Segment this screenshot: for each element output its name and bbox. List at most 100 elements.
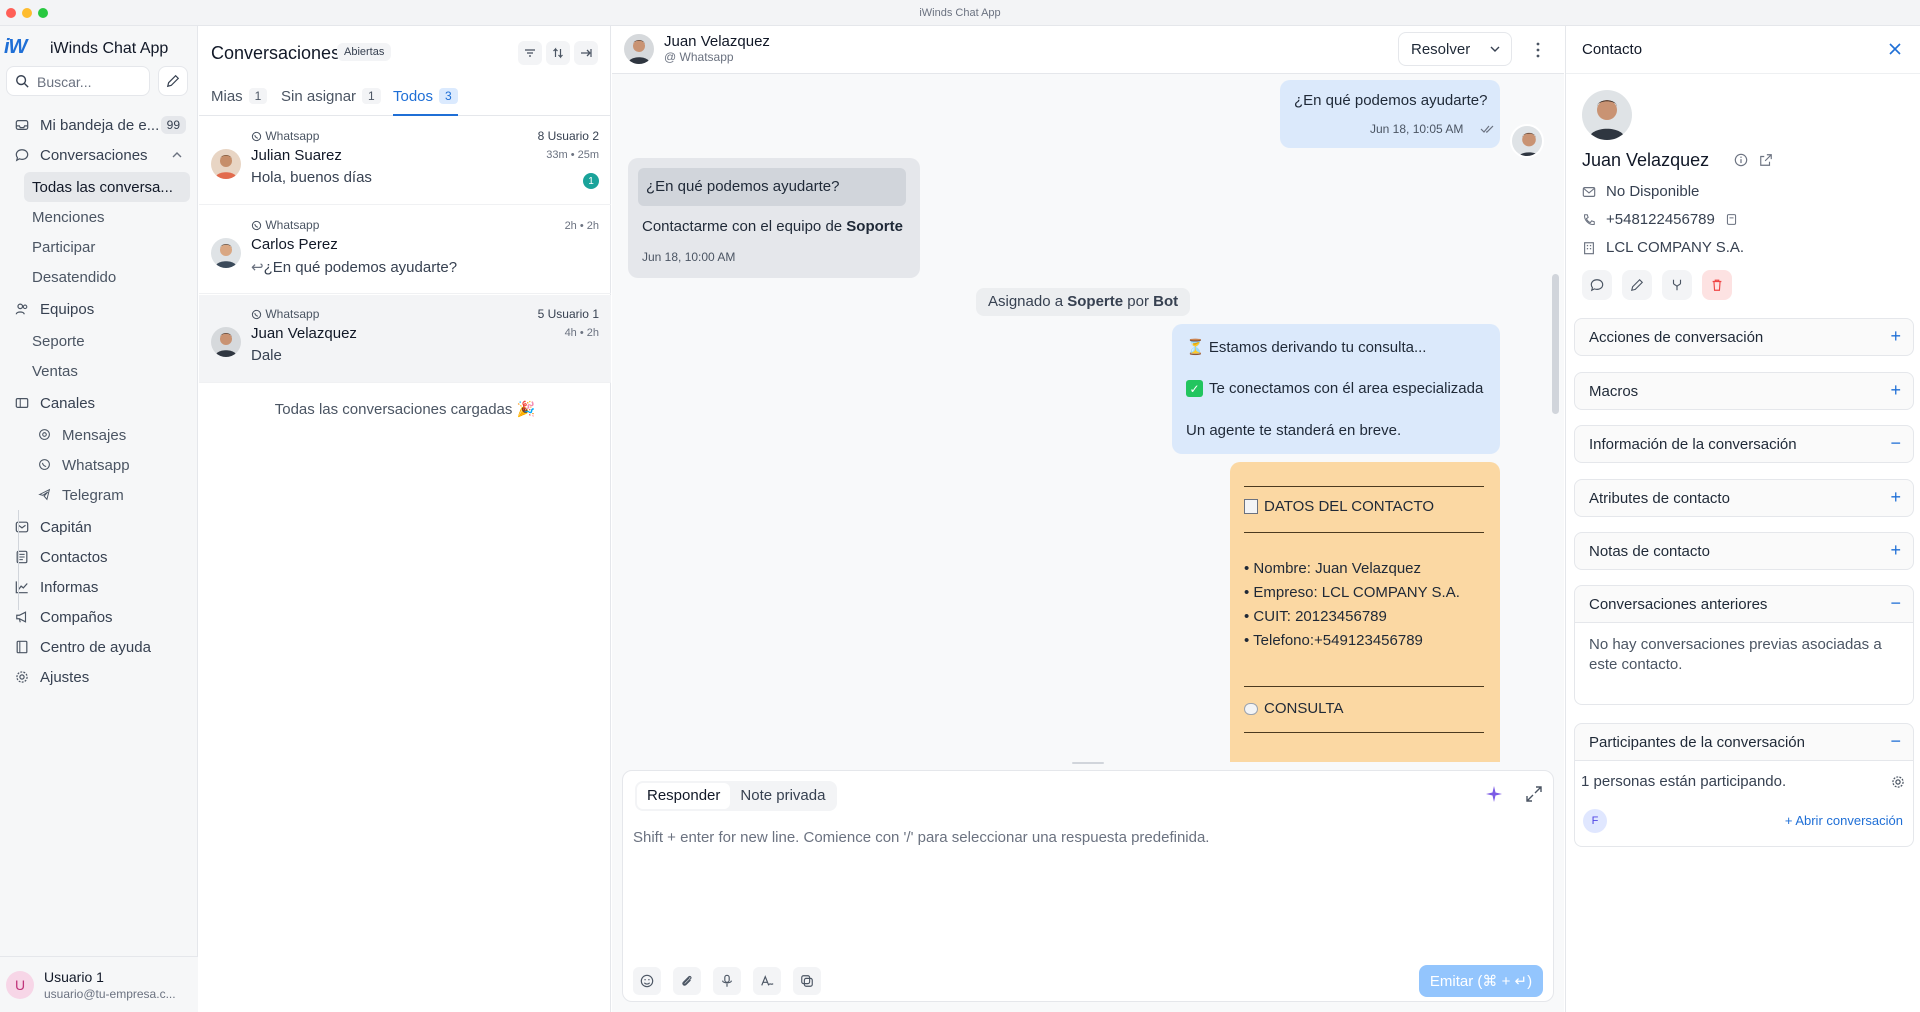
outgoing-message: ¿En qué podemos ayudarte? Jun 18, 10:05 … — [1280, 80, 1500, 148]
new-message-button[interactable] — [1582, 270, 1612, 300]
sidebar-item-unattended[interactable]: Desatendido — [24, 262, 190, 292]
sidebar-item-participating[interactable]: Participar — [24, 232, 190, 262]
chevron-down-icon[interactable] — [1489, 43, 1501, 55]
expand-icon[interactable]: + — [1890, 488, 1901, 506]
agent-avatar — [1510, 124, 1544, 158]
collapse-button[interactable] — [574, 41, 598, 65]
canned-response-button[interactable] — [793, 967, 821, 995]
conversation-item[interactable]: Whatsapp Carlos Perez ↩¿En qué podemos a… — [199, 206, 611, 294]
more-options-icon[interactable] — [1530, 40, 1546, 60]
search-box — [6, 66, 150, 96]
message-text-bold: Soporte — [846, 218, 903, 235]
tab-mine[interactable]: Mias 1 — [211, 88, 268, 116]
info-icon[interactable] — [1734, 153, 1748, 167]
sidebar-item-contacts[interactable]: Contactos — [8, 542, 190, 572]
conversation-channel: Whatsapp — [251, 218, 319, 232]
composer-resize-handle[interactable] — [1072, 762, 1104, 764]
tab-unassigned[interactable]: Sin asignar 1 — [281, 88, 381, 116]
voice-button[interactable] — [713, 967, 741, 995]
reply-arrow-icon: ↩ — [251, 259, 264, 276]
send-button[interactable]: Emitar (⌘ + ↵) — [1419, 965, 1543, 997]
gear-icon[interactable] — [1891, 775, 1905, 789]
emoji-button[interactable] — [633, 967, 661, 995]
sidebar-item-campaigns[interactable]: Compaños — [8, 602, 190, 632]
accordion-contact-attributes[interactable]: Atributes de contacto + — [1574, 479, 1914, 517]
sidebar-item-label: Contactos — [40, 548, 108, 566]
tab-all[interactable]: Todos 3 — [393, 88, 458, 116]
copy-icon[interactable] — [1725, 213, 1738, 226]
mail-icon — [1582, 185, 1596, 199]
message-text: ¿En qué podemos ayudarte? — [263, 259, 458, 276]
attach-button[interactable] — [673, 967, 701, 995]
sidebar-item-conversations[interactable]: Conversaciones — [8, 140, 190, 170]
sidebar-item-channel-whatsapp[interactable]: Whatsapp — [30, 450, 196, 480]
expand-icon[interactable]: + — [1890, 541, 1901, 559]
sidebar-item-mentions[interactable]: Menciones — [24, 202, 190, 232]
sparkle-icon[interactable] — [1485, 785, 1503, 803]
sidebar-item-team-support[interactable]: Seporte — [24, 326, 190, 356]
conversation-item[interactable]: Whatsapp Julian Suarez Hola, buenos días… — [199, 117, 611, 205]
expand-icon[interactable]: + — [1890, 381, 1901, 399]
accordion-contact-notes[interactable]: Notas de contacto + — [1574, 532, 1914, 570]
sidebar-item-team-sales[interactable]: Ventas — [24, 356, 190, 386]
reply-mode-button[interactable]: Responder — [637, 783, 731, 809]
chevron-up-icon[interactable] — [172, 147, 182, 164]
sidebar-item-settings[interactable]: Ajustes — [8, 662, 190, 692]
collapse-icon[interactable]: − — [1890, 594, 1901, 612]
sidebar-item-inbox[interactable]: Mi bandeja de e... 99 — [8, 110, 190, 140]
delete-contact-button[interactable] — [1702, 270, 1732, 300]
avatar — [211, 327, 241, 357]
current-user[interactable]: U Usuario 1 usuario@tu-empresa.c... — [0, 956, 198, 1012]
contact-name: Juan Velazquez — [1582, 150, 1773, 171]
sort-button[interactable] — [546, 41, 570, 65]
sidebar-item-captain[interactable]: Capitán — [8, 512, 190, 542]
window-titlebar: iWinds Chat App — [0, 0, 1920, 26]
contact-phone-row: +548122456789 — [1582, 211, 1738, 228]
filter-button[interactable] — [518, 41, 542, 65]
sidebar-item-label: Equipos — [40, 300, 95, 318]
accordion-conversation-info[interactable]: Información de la conversación − — [1574, 425, 1914, 463]
divider — [1244, 532, 1484, 533]
channel-name: Whatsapp — [265, 218, 320, 232]
conversation-time: 2h • 2h — [564, 220, 599, 232]
accordion-participants[interactable]: Participantes de la conversación − — [1574, 723, 1914, 761]
compose-button[interactable] — [158, 66, 188, 96]
message-text-part: Contactarme con el equipo de — [642, 218, 847, 235]
chat-scrollbar[interactable] — [1552, 274, 1559, 414]
sidebar-item-all-conversations[interactable]: Todas las conversa... — [24, 172, 190, 202]
chat-contact-name[interactable]: Juan Velazquez — [664, 33, 770, 50]
quoted-message[interactable]: ¿En qué podemos ayudarte? — [638, 168, 906, 206]
external-link-icon[interactable] — [1759, 153, 1773, 167]
search-input[interactable] — [37, 72, 145, 92]
sidebar-item-channel-messages[interactable]: Mensajes — [30, 420, 196, 450]
close-icon[interactable] — [1886, 40, 1904, 58]
avatar[interactable] — [624, 34, 654, 64]
divider — [1244, 732, 1484, 733]
merge-contact-button[interactable] — [1662, 270, 1692, 300]
sidebar-item-channel-telegram[interactable]: Telegram — [30, 480, 196, 510]
sidebar-item-help-center[interactable]: Centro de ayuda — [8, 632, 190, 662]
accordion-previous-conversations[interactable]: Conversaciones anteriores − — [1574, 585, 1914, 623]
collapse-icon[interactable]: − — [1890, 732, 1901, 750]
sidebar-item-channels[interactable]: Canales — [8, 388, 190, 418]
conversation-list-title: Conversaciones — [211, 43, 341, 63]
sidebar-item-reports[interactable]: Informas — [8, 572, 190, 602]
open-conversation-link[interactable]: + Abrir conversación — [1785, 813, 1903, 828]
resolve-button[interactable]: Resolver — [1398, 32, 1512, 66]
expand-icon[interactable] — [1525, 785, 1543, 803]
app-name: iWinds Chat App — [50, 40, 169, 57]
message-input[interactable] — [633, 829, 1533, 929]
gear-icon — [14, 669, 30, 685]
conversation-contact-name: Juan Velazquez — [251, 325, 357, 342]
conversation-item-selected[interactable]: Whatsapp Juan Velazquez Dale 5 Usuario 1… — [199, 295, 611, 383]
edit-contact-button[interactable] — [1622, 270, 1652, 300]
expand-icon[interactable]: + — [1890, 327, 1901, 345]
private-note-mode-button[interactable]: Note privada — [730, 783, 835, 809]
collapse-icon[interactable]: − — [1890, 434, 1901, 452]
accordion-conversation-actions[interactable]: Acciones de conversación + — [1574, 318, 1914, 356]
sidebar-item-teams[interactable]: Equipos — [8, 294, 190, 324]
contact-data-message: DATOS DEL CONTACTO • Nombre: Juan Velazq… — [1230, 462, 1500, 762]
status-filter-pill[interactable]: Abiertas — [337, 43, 392, 61]
accordion-macros[interactable]: Macros + — [1574, 372, 1914, 410]
signature-button[interactable] — [753, 967, 781, 995]
